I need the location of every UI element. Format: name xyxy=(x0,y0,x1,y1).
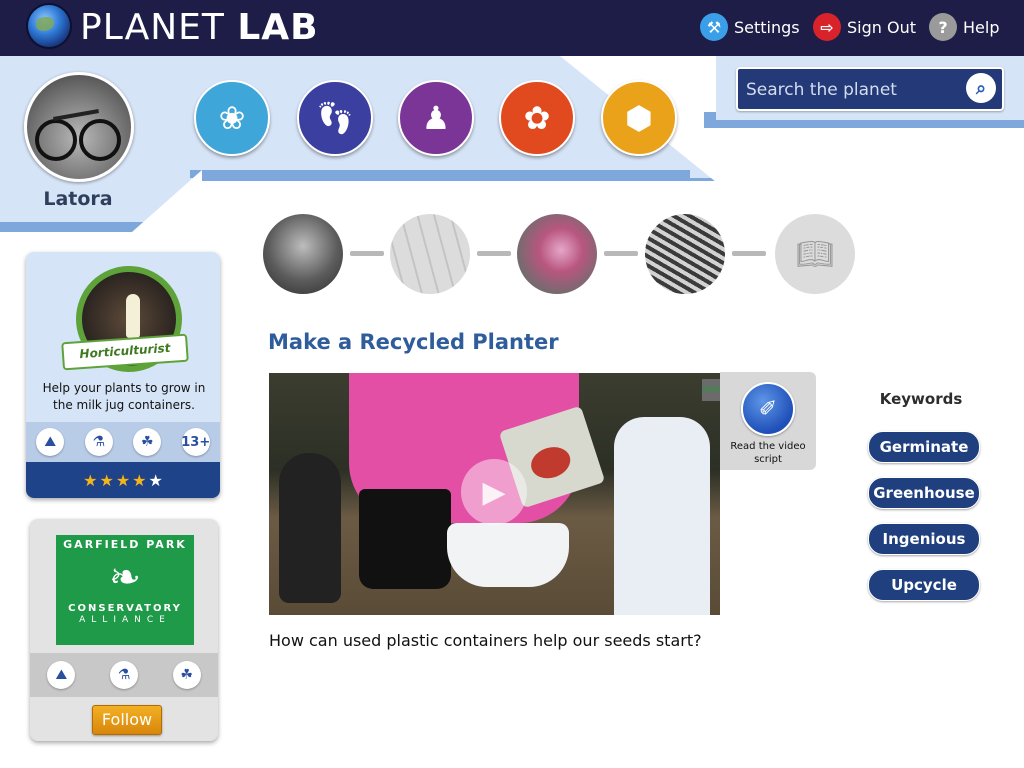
category-cooperation-icon[interactable]: ✿ xyxy=(499,80,575,156)
star-filled-icon: ★ xyxy=(115,470,131,490)
garfield-park-logo[interactable]: GARFIELD PARK ❧ CONSERVATORY ALLIANCE xyxy=(56,535,194,645)
step-connector xyxy=(604,251,638,256)
keyword-greenhouse[interactable]: Greenhouse xyxy=(868,477,980,509)
sign-out-label: Sign Out xyxy=(847,17,916,37)
step-planter-video[interactable] xyxy=(517,214,597,294)
top-bar: PLANET LAB ⚒ Settings ⇨ Sign Out ? Help xyxy=(0,0,1024,56)
badge-description: Help your plants to grow in the milk jug… xyxy=(42,381,206,412)
journal-icon: 📖︎ xyxy=(795,236,835,272)
keyword-upcycle[interactable]: Upcycle xyxy=(868,569,980,601)
keywords-title: Keywords xyxy=(879,390,963,408)
help-label: Help xyxy=(963,17,1000,37)
partner-icon-strip: ⛰ ⚗ ☘ xyxy=(30,653,218,697)
lesson-question: How can used plastic containers help our… xyxy=(269,631,702,650)
category-footprints-icon[interactable]: 👣︎ xyxy=(297,80,373,156)
settings-link[interactable]: ⚒ Settings xyxy=(700,12,800,42)
video-frame-pot xyxy=(359,489,451,589)
star-filled-icon: ★ xyxy=(83,470,98,490)
help-link[interactable]: ? Help xyxy=(929,12,999,42)
lesson-title: Make a Recycled Planter xyxy=(268,330,559,354)
step-connector xyxy=(350,251,384,256)
landscape-icon: ⛰ xyxy=(47,661,76,689)
search-input[interactable] xyxy=(744,75,960,105)
wrench-icon: ⚒ xyxy=(700,13,728,41)
video-frame-milk-jug xyxy=(614,417,710,615)
logo-word-lab: LAB xyxy=(237,7,319,48)
logo-word-planet: PLANET xyxy=(80,7,225,48)
question-icon: ? xyxy=(929,13,957,41)
category-connections-icon[interactable]: ❀ xyxy=(194,80,270,156)
app-logo[interactable]: PLANET LAB xyxy=(80,8,319,48)
leaf-icon: ☘ xyxy=(172,661,201,689)
star-rating: ★ ★ ★ ★ ★ xyxy=(26,462,220,498)
bike-wheel-icon xyxy=(35,119,77,161)
follow-button[interactable]: Follow xyxy=(92,705,162,735)
video-script-label: Read the video script xyxy=(730,441,806,465)
badge-card[interactable]: Horticulturist Help your plants to grow … xyxy=(26,252,220,498)
spray-bottle-icon: ⚗ xyxy=(109,661,138,689)
logo-bottom-text: ALLIANCE xyxy=(79,615,171,625)
age-badge: 13+ xyxy=(181,428,210,456)
settings-label: Settings xyxy=(734,17,800,37)
bike-wheel-icon xyxy=(79,119,121,161)
search-icon[interactable]: ⌕ xyxy=(966,73,996,103)
scroll-icon: ✐ xyxy=(741,382,795,436)
globe-logo-icon[interactable] xyxy=(28,5,70,47)
band-divider-left xyxy=(132,170,202,232)
profile-name[interactable]: Latora xyxy=(28,188,128,210)
step-seedlings[interactable] xyxy=(645,214,725,294)
sign-out-icon: ⇨ xyxy=(813,13,841,41)
video-watermark: eHo xyxy=(702,379,720,401)
logo-top-text: GARFIELD PARK xyxy=(63,538,187,551)
fern-icon: ❧ xyxy=(109,555,141,599)
video-script-button[interactable]: ✐ Read the video script xyxy=(720,372,816,470)
category-honeycomb-icon[interactable]: ⬢ xyxy=(601,80,677,156)
video-player[interactable]: eHo ▶ xyxy=(269,373,720,615)
play-icon[interactable]: ▶ xyxy=(461,459,527,525)
search-box: ⌕ xyxy=(736,67,1004,111)
star-filled-icon: ★ xyxy=(99,470,114,490)
step-seed-sprout[interactable] xyxy=(263,214,343,294)
landscape-icon: ⛰ xyxy=(36,428,65,456)
sign-out-link[interactable]: ⇨ Sign Out xyxy=(813,12,916,42)
video-frame-watering-can xyxy=(279,453,341,603)
spray-bottle-icon: ⚗ xyxy=(84,428,113,456)
star-empty-icon: ★ xyxy=(148,470,163,490)
sprout-icon xyxy=(126,294,140,338)
keyword-germinate[interactable]: Germinate xyxy=(868,431,980,463)
partner-card: GARFIELD PARK ❧ CONSERVATORY ALLIANCE ⛰ … xyxy=(30,519,218,741)
step-connector xyxy=(477,251,511,256)
category-community-icon[interactable]: ♟ xyxy=(398,80,474,156)
star-filled-icon: ★ xyxy=(132,470,147,490)
step-map[interactable] xyxy=(390,214,470,294)
badge-icon-strip: ⛰ ⚗ ☘ 13+ xyxy=(26,422,220,462)
logo-middle-text: CONSERVATORY xyxy=(68,603,182,614)
leaf-icon: ☘ xyxy=(133,428,162,456)
avatar[interactable] xyxy=(24,72,134,182)
step-connector xyxy=(732,251,766,256)
video-frame-jug-bowl xyxy=(447,523,569,587)
keyword-ingenious[interactable]: Ingenious xyxy=(868,523,980,555)
step-journal[interactable]: 📖︎ xyxy=(775,214,855,294)
